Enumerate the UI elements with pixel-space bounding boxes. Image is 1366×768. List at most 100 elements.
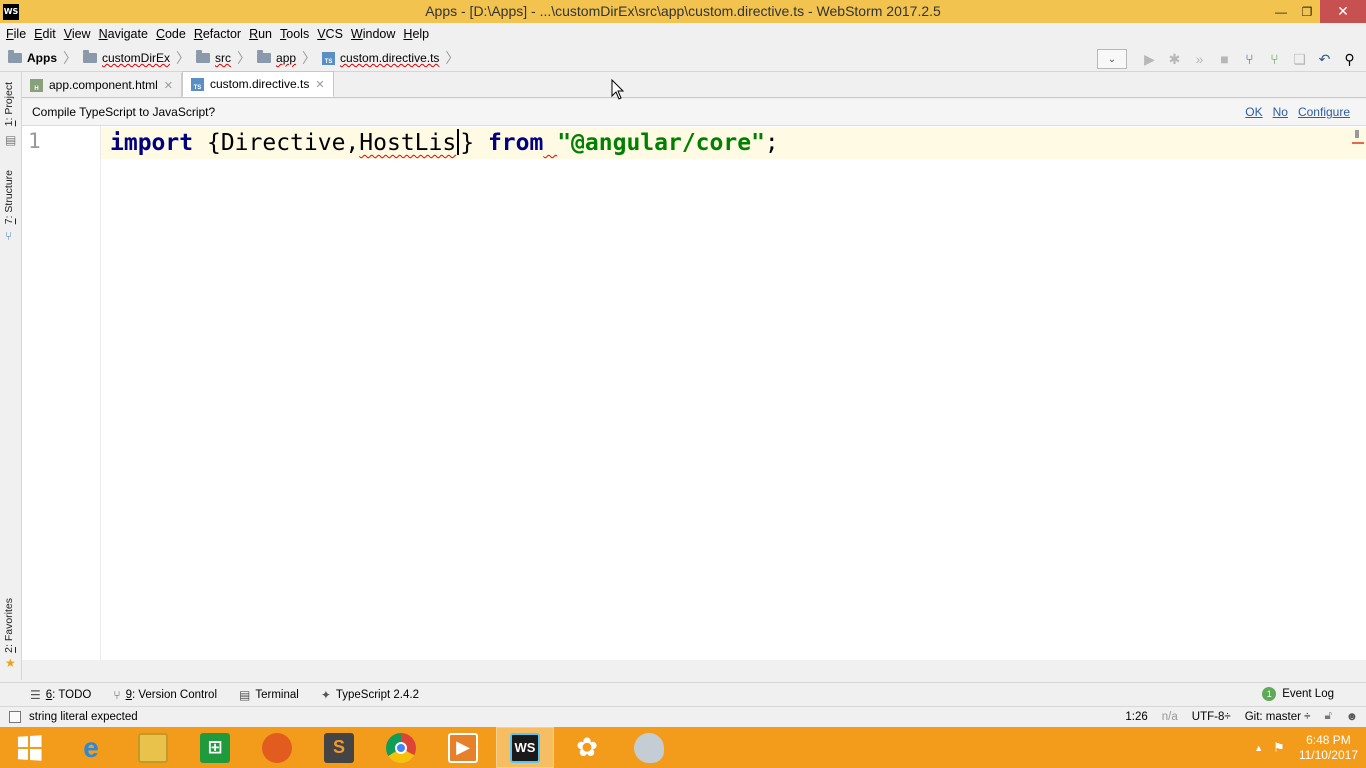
breadcrumb-separator: 〉 (176, 50, 191, 66)
mouse-cursor-icon (611, 79, 625, 100)
taskbar-firefox[interactable] (248, 727, 306, 768)
status-bar: string literal expected 1:26 n/a UTF-8÷ … (0, 706, 1366, 727)
show-hidden-icons-icon[interactable]: ▲ (1254, 743, 1263, 753)
menu-vcs[interactable]: VCS (317, 27, 343, 41)
project-tool-tab[interactable]: 1: Project (3, 82, 15, 126)
firefox-icon (262, 732, 292, 763)
taskbar-chrome[interactable] (372, 727, 430, 768)
tool-windows-toggle-icon[interactable] (9, 711, 21, 723)
git-branch[interactable]: Git: master ÷ (1245, 711, 1311, 723)
start-button[interactable] (0, 727, 58, 768)
taskbar-internet-explorer[interactable]: e (62, 727, 120, 768)
menu-file[interactable]: File (6, 27, 26, 41)
menu-run[interactable]: Run (249, 27, 272, 41)
error-space (543, 130, 557, 156)
taskbar-store[interactable]: ⊞ (186, 727, 244, 768)
minimize-button[interactable]: — (1268, 0, 1294, 23)
folder-icon (83, 50, 97, 63)
inspector-icon[interactable]: ☻ (1346, 711, 1358, 723)
clock[interactable]: 6:48 PM 11/10/2017 (1299, 733, 1358, 763)
ok-link[interactable]: OK (1245, 105, 1262, 119)
taskbar-file-explorer[interactable] (124, 727, 182, 768)
chevron-down-icon: ⌄ (1107, 53, 1117, 65)
vcs-revert-icon[interactable]: ↶ (1315, 49, 1335, 69)
error-marker[interactable] (1352, 142, 1364, 144)
menu-refactor[interactable]: Refactor (194, 27, 241, 41)
lock-icon[interactable]: 🔓︎ (1324, 710, 1331, 723)
structure-tool-tab[interactable]: 7: Structure (3, 170, 15, 224)
menu-code[interactable]: Code (156, 27, 186, 41)
taskbar-webstorm[interactable]: WS (496, 727, 554, 768)
breadcrumb-separator: 〉 (63, 50, 77, 66)
bottom-tool-bar: ☰ 6: TODO ⑂ 9: Version Control ▤ Termina… (0, 682, 1366, 706)
menu-window[interactable]: Window (351, 27, 395, 41)
stop-icon[interactable]: ■ (1215, 49, 1235, 69)
close-tab-icon[interactable]: ✕ (315, 78, 324, 91)
keyword-import: import (110, 130, 194, 156)
terminal-tool[interactable]: ▤ Terminal (239, 688, 299, 702)
run-config-dropdown[interactable]: ⌄ (1097, 49, 1127, 69)
event-count-badge: 1 (1262, 687, 1277, 701)
todo-icon: ☰ (30, 687, 41, 702)
chrome-icon (386, 732, 416, 763)
todo-tool[interactable]: ☰ 6: TODO (30, 688, 91, 702)
configure-link[interactable]: Configure (1298, 105, 1350, 119)
taskbar-paint[interactable] (620, 727, 678, 768)
folder-icon (257, 50, 272, 63)
no-link[interactable]: No (1273, 105, 1288, 119)
menu-edit[interactable]: Edit (34, 27, 56, 41)
menu-tools[interactable]: Tools (280, 27, 309, 41)
breadcrumb-separator: 〉 (237, 50, 252, 66)
close-tab-icon[interactable]: ✕ (164, 79, 173, 92)
menu-help[interactable]: Help (403, 27, 429, 41)
breadcrumb-separator: 〉 (445, 50, 460, 66)
breadcrumb-app[interactable]: app 〉 (257, 48, 316, 68)
event-log-tool[interactable]: 1 Event Log (1262, 687, 1334, 701)
version-control-tool[interactable]: ⑂ 9: Version Control (113, 688, 217, 702)
editor-gutter[interactable] (22, 126, 101, 660)
taskbar-media-player[interactable]: ▶ (434, 727, 492, 768)
taskbar-flower-app[interactable]: ✿ (558, 727, 616, 768)
restore-button[interactable]: ❐ (1294, 0, 1320, 23)
title-bar: WS Apps - [D:\Apps] - ...\customDirEx\sr… (0, 0, 1366, 23)
ts-file-icon: TS (322, 51, 336, 65)
coverage-icon[interactable]: » (1190, 49, 1210, 69)
internet-explorer-icon: e (83, 731, 99, 763)
search-icon[interactable]: ⚲ (1340, 49, 1360, 69)
file-encoding[interactable]: UTF-8÷ (1192, 711, 1231, 723)
keyword-from: from (487, 130, 544, 156)
menu-navigate[interactable]: Navigate (99, 27, 148, 41)
media-player-icon: ▶ (448, 732, 478, 763)
tab-custom-directive-ts[interactable]: TS custom.directive.ts ✕ (181, 71, 334, 97)
compile-notification: Compile TypeScript to JavaScript? OK No … (22, 99, 1366, 126)
status-message: string literal expected (29, 711, 138, 723)
error-stripe[interactable] (1352, 130, 1364, 144)
breadcrumb-file[interactable]: TS custom.directive.ts 〉 (322, 48, 459, 68)
breadcrumb-apps[interactable]: Apps 〉 (8, 48, 77, 68)
typescript-tool[interactable]: ✦ TypeScript 2.4.2 (321, 688, 419, 702)
favorites-tool-tab[interactable]: 2: Favorites (3, 598, 15, 653)
folder-icon (196, 50, 211, 63)
tab-app-component-html[interactable]: H app.component.html ✕ (22, 73, 182, 97)
brace-close: } (460, 130, 475, 156)
code-line[interactable]: import {Directive,HostLis} from "@angula… (110, 128, 779, 158)
caret-position[interactable]: 1:26 (1125, 711, 1147, 723)
breadcrumb-src[interactable]: src 〉 (196, 48, 251, 68)
code-editor[interactable]: 1 import {Directive,HostLis} from "@angu… (22, 126, 1366, 660)
close-button[interactable]: ✕ (1320, 0, 1366, 23)
vcs-update-icon[interactable]: ⑂ (1240, 49, 1260, 69)
action-center-icon[interactable]: ⚑ (1273, 740, 1285, 756)
menu-view[interactable]: View (64, 27, 91, 41)
windows-taskbar: e ⊞ S ▶ WS ✿ ▲ ⚑ 6:48 PM 11/10/2017 (0, 727, 1366, 768)
line-separator[interactable]: n/a (1162, 711, 1178, 723)
vcs-compare-icon[interactable]: ❏ (1290, 49, 1310, 69)
debug-icon[interactable]: ✱ (1165, 49, 1185, 69)
version-control-icon: ⑂ (113, 687, 121, 702)
vcs-commit-icon[interactable]: ⑂ (1265, 49, 1285, 69)
brace-open: { (206, 130, 221, 156)
terminal-icon: ▤ (239, 687, 251, 702)
breadcrumb-customdirex[interactable]: customDirEx 〉 (83, 48, 190, 68)
taskbar-sublime[interactable]: S (310, 727, 368, 768)
text-cursor (457, 129, 460, 155)
run-icon[interactable]: ▶ (1140, 49, 1160, 69)
